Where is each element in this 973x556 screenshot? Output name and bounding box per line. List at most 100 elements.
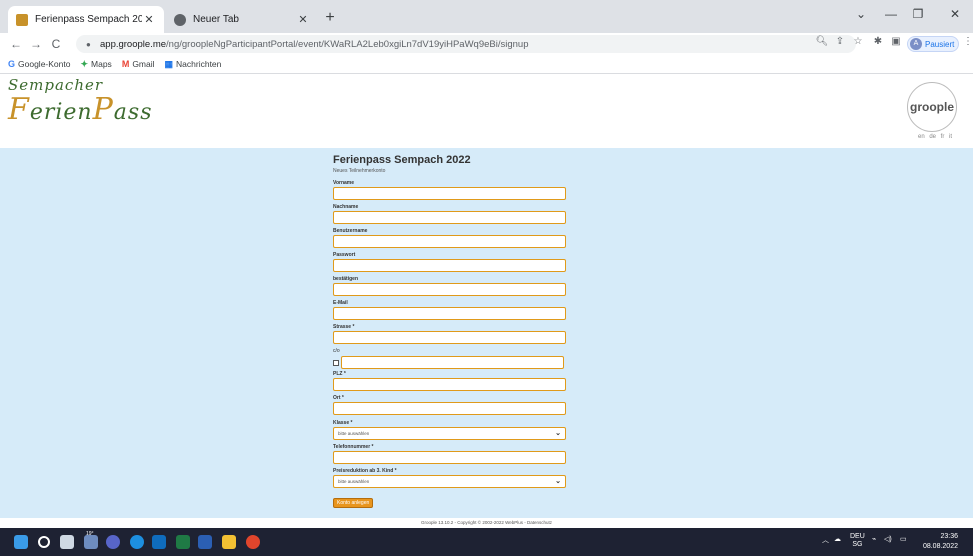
bookmark-maps[interactable]: ✦ Maps [80,59,111,70]
nachname-label: Nachname [333,204,359,210]
groople-logo[interactable]: groople [907,82,957,132]
chat-icon[interactable] [106,535,120,549]
preisreduktion-select[interactable]: bitte auswählen ⌄ [333,475,566,488]
bookmark-nachrichten[interactable]: ▦ Nachrichten [165,59,222,70]
co-checkbox[interactable] [333,359,339,366]
bookmark-label: Gmail [132,59,155,69]
back-button[interactable]: ← [6,37,26,51]
bestaetigen-input[interactable] [333,283,566,296]
email-field: E-Mail [333,299,566,320]
side-panel-icon[interactable]: ▣ [888,36,904,47]
tab-close-icon[interactable]: ✕ [296,13,310,26]
benutzername-input[interactable] [333,235,566,248]
edge-icon[interactable] [130,535,144,549]
new-tab-button[interactable]: + [322,10,338,26]
klasse-field: Klasse * bitte auswählen ⌄ [333,419,566,440]
word-icon[interactable] [198,535,212,549]
passwort-input[interactable] [333,259,566,272]
search-icon[interactable] [38,536,50,548]
bestaetigen-field: bestätigen [333,275,566,296]
excel-icon[interactable] [176,535,190,549]
page-header: Sempacher FerienPass groople en de fr it [0,74,973,148]
strasse-input[interactable] [333,331,566,344]
benutzername-field: Benutzername [333,227,566,248]
windows-taskbar: 19° ︿ ☁ DEU SG ⌁ ◁) ▭ 23:36 08.08.2022 [0,528,973,556]
bookmark-gmail[interactable]: M Gmail [122,59,155,69]
tab-ferienpass[interactable]: Ferienpass Sempach 2022 ✕ [8,6,164,33]
bookmarks-bar: G Google-Konto ✦ Maps M Gmail ▦ Nachrich… [0,55,973,74]
avatar: A [910,38,922,50]
email-input[interactable] [333,307,566,320]
chrome-favicon-icon [174,13,186,26]
bookmark-google-konto[interactable]: G Google-Konto [8,59,70,69]
preisreduktion-select-value: bitte auswählen [338,479,370,484]
clock-time: 23:36 [940,533,958,540]
menu-icon[interactable]: ⋮ [960,36,973,47]
browser-toolbar: ← → C ● app.groople.me /ng/groopleNgPart… [0,33,973,55]
ferienpass-favicon-icon [16,13,28,26]
share-icon[interactable]: ⇪ [832,36,848,47]
email-label: E-Mail [333,300,348,306]
strasse-field: Strasse * [333,323,566,344]
weather-temp: 19° [86,531,94,537]
tab-search-icon[interactable]: ⌄ [850,7,872,21]
tab-title: Neuer Tab [193,14,239,25]
ort-field: Ort * [333,394,566,415]
file-explorer-icon[interactable] [222,535,236,549]
keyboard-language[interactable]: DEU SG [850,533,865,549]
konto-anlegen-button[interactable]: Konto anlegen [333,498,374,508]
strasse-label: Strasse * [333,324,355,330]
reload-button[interactable]: C [46,37,66,51]
telefon-input[interactable] [333,451,566,464]
battery-icon[interactable]: ▭ [900,535,907,543]
co-label: c/o [333,348,340,354]
page-subtitle: Neues Teilnehmerkonto [333,168,386,174]
preisreduktion-field: Preisreduktion ab 3. Kind * bitte auswäh… [333,467,566,488]
address-bar[interactable]: ● app.groople.me /ng/groopleNgParticipan… [76,35,856,53]
klasse-select[interactable]: bitte auswählen ⌄ [333,427,566,440]
windows-start-icon[interactable] [14,535,28,549]
outlook-icon[interactable] [152,535,166,549]
profile-button[interactable]: A Pausiert [907,36,959,52]
bookmark-label: Google-Konto [18,59,71,69]
vorname-label: Vorname [333,180,355,186]
system-clock[interactable]: 23:36 08.08.2022 [912,532,958,552]
lock-icon: ● [86,39,91,49]
tab-title: Ferienpass Sempach 2022 [35,14,142,25]
plz-label: PLZ * [333,371,346,377]
nachname-input[interactable] [333,211,566,224]
vorname-input[interactable] [333,187,566,200]
url-host: app.groople.me [100,38,167,50]
cloud-icon[interactable]: ☁ [834,535,841,543]
browser-tab-bar: Ferienpass Sempach 2022 ✕ Neuer Tab ✕ + … [0,0,973,33]
language-switcher[interactable]: en de fr it [918,134,952,140]
telefon-field: Telefonnummer * [333,443,566,464]
news-icon: ▦ [164,58,174,69]
tab-close-icon[interactable]: ✕ [142,13,156,26]
passwort-field: Passwort [333,251,566,272]
tray-chevron-icon[interactable]: ︿ [822,535,829,545]
google-icon: G [8,59,16,69]
weather-icon[interactable] [84,535,98,549]
co-input[interactable] [341,356,564,369]
task-view-icon[interactable] [60,535,74,549]
ferienpass-logo[interactable]: Sempacher FerienPass [8,76,152,127]
chrome-icon[interactable] [246,535,260,549]
ort-input[interactable] [333,402,566,415]
profile-label: Pausiert [925,39,955,49]
bookmark-label: Maps [91,59,112,69]
restore-button[interactable]: ❐ [907,7,929,21]
forward-button[interactable]: → [26,37,46,51]
plz-input[interactable] [333,378,566,391]
tab-new-tab[interactable]: Neuer Tab ✕ [166,6,318,33]
zoom-icon[interactable]: 🔍︎ [814,36,830,47]
minimize-button[interactable]: — [880,7,902,21]
close-window-button[interactable]: ✕ [944,7,966,21]
chevron-down-icon: ⌄ [555,430,561,437]
volume-icon[interactable]: ◁) [884,535,892,543]
extensions-icon[interactable]: ✱ [870,36,886,47]
bookmark-star-icon[interactable]: ☆ [850,36,866,47]
gmail-icon: M [121,59,130,69]
preisreduktion-label: Preisreduktion ab 3. Kind * [333,468,397,474]
network-icon[interactable]: ⌁ [872,535,876,543]
